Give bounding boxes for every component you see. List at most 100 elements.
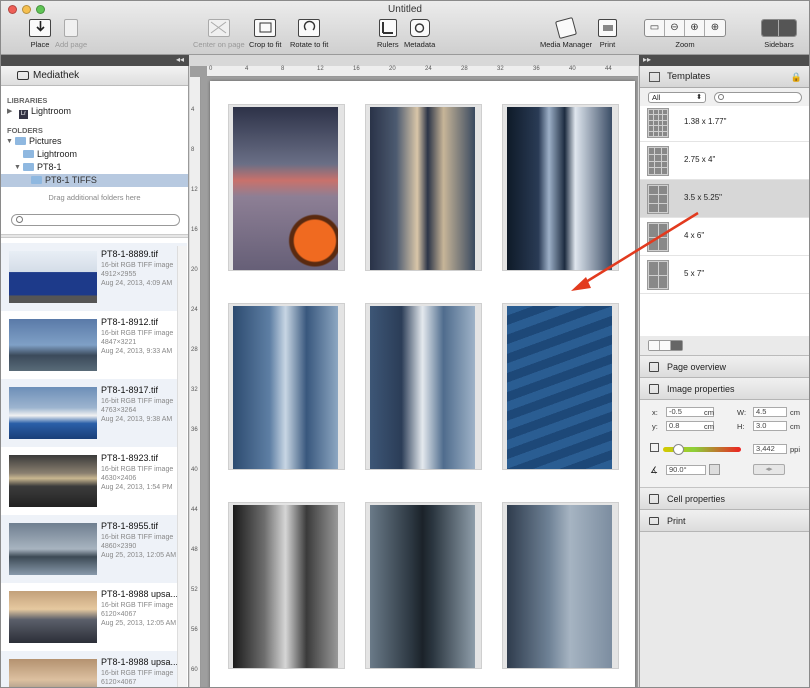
flip-buttons-icon[interactable]: ◂▸ bbox=[753, 464, 785, 475]
add-page-button[interactable]: Add page bbox=[55, 19, 87, 49]
rulers-button[interactable]: Rulers bbox=[377, 19, 399, 49]
folder-item-lightroom[interactable]: Lightroom bbox=[1, 148, 188, 161]
thumbnail bbox=[9, 591, 97, 643]
crop-icon bbox=[254, 19, 277, 37]
media-search-field[interactable] bbox=[11, 214, 180, 226]
center-on-page-button[interactable]: Center on page bbox=[193, 19, 245, 49]
print-label: Print bbox=[599, 40, 616, 49]
template-item[interactable]: 1.38 x 1.77" bbox=[640, 106, 809, 142]
list-item[interactable]: PT8-1-8988 upsa... 16-bit RGB TIFF image… bbox=[1, 651, 187, 687]
collapse-right-icon[interactable]: ▸▸ bbox=[643, 55, 651, 64]
y-unit: cm bbox=[704, 422, 714, 431]
zoom-fit-icon[interactable]: ▭ bbox=[645, 20, 665, 36]
print-button[interactable]: Print bbox=[598, 19, 617, 49]
photo-mountain-rotated bbox=[370, 107, 475, 270]
crop-to-fit-button[interactable]: Crop to fit bbox=[249, 19, 282, 49]
ruler-mark: 52 bbox=[191, 587, 198, 593]
folder-icon bbox=[31, 176, 42, 184]
metadata-button[interactable]: Metadata bbox=[404, 19, 435, 49]
resolution-icon bbox=[650, 443, 659, 452]
list-item[interactable]: PT8-1-8988 upsa... 16-bit RGB TIFF image… bbox=[1, 583, 187, 651]
cell-properties-section[interactable]: Cell properties bbox=[640, 488, 809, 510]
print-section[interactable]: Print bbox=[640, 510, 809, 532]
media-manager-button[interactable]: Media Manager bbox=[540, 16, 592, 49]
lock-icon[interactable]: 🔒 bbox=[791, 66, 802, 88]
list-item[interactable]: PT8-1-8917.tif 16-bit RGB TIFF image 4763… bbox=[1, 379, 187, 447]
height-field[interactable]: 3.0 bbox=[753, 421, 787, 431]
template-filter-select[interactable]: All ⬍ bbox=[648, 92, 706, 103]
photo-cell[interactable] bbox=[365, 502, 482, 669]
camera-icon bbox=[409, 19, 430, 37]
folder-label: Pictures bbox=[29, 136, 62, 146]
file-dims: 4860×2390 bbox=[101, 543, 137, 550]
list-item[interactable]: PT8-1-8923.tif 16-bit RGB TIFF image 4630… bbox=[1, 447, 187, 515]
file-meta: 16-bit RGB TIFF image 6120×4067 bbox=[101, 669, 173, 687]
view-mode-segment bbox=[648, 340, 683, 351]
templates-header[interactable]: Templates 🔒 bbox=[640, 66, 809, 88]
ruler-mark: 36 bbox=[533, 66, 540, 72]
place-button[interactable]: Place bbox=[29, 19, 51, 49]
width-field[interactable]: 4.5 bbox=[753, 407, 787, 417]
disclosure-triangle-icon[interactable]: ▶ bbox=[7, 105, 12, 118]
icon-view-icon[interactable] bbox=[649, 341, 660, 350]
resolution-slider-knob[interactable] bbox=[673, 444, 684, 455]
rotate-button-icon[interactable] bbox=[709, 464, 720, 475]
right-collapse-strip[interactable]: ▸▸ bbox=[639, 55, 809, 66]
thumbnail bbox=[9, 319, 97, 371]
file-name: PT8-1-8912.tif bbox=[101, 317, 159, 327]
add-page-icon bbox=[64, 19, 79, 37]
list-item[interactable]: PT8-1-8912.tif 16-bit RGB TIFF image 4847… bbox=[1, 311, 187, 379]
photo-cell[interactable] bbox=[365, 303, 482, 470]
disclosure-open-icon[interactable]: ▼ bbox=[6, 135, 13, 148]
zoom-in-icon[interactable]: ⊕ bbox=[685, 20, 705, 36]
detail-view-icon[interactable] bbox=[671, 341, 682, 350]
template-item[interactable]: 4 x 6" bbox=[640, 218, 809, 256]
photo-cell[interactable] bbox=[228, 303, 345, 470]
ruler-mark: 40 bbox=[191, 467, 198, 473]
ppi-field[interactable]: 3,442 bbox=[753, 444, 787, 454]
folder-item-pictures[interactable]: ▼ Pictures bbox=[1, 135, 188, 148]
folder-item-pt8-1-tiffs[interactable]: PT8-1 TIFFS bbox=[1, 174, 188, 187]
list-view-icon[interactable] bbox=[660, 341, 671, 350]
template-item[interactable]: 5 x 7" bbox=[640, 256, 809, 294]
file-type: 16-bit RGB TIFF image bbox=[101, 262, 174, 269]
thumbnail bbox=[9, 251, 97, 303]
rulers-label: Rulers bbox=[377, 40, 399, 49]
ruler-mark: 40 bbox=[569, 66, 576, 72]
template-search-field[interactable] bbox=[714, 92, 802, 103]
sidebars-control: Sidebars bbox=[761, 19, 797, 49]
photo-cell[interactable] bbox=[365, 104, 482, 271]
collapse-left-icon[interactable]: ◂◂ bbox=[176, 55, 184, 64]
rotation-field[interactable]: 90.0° bbox=[666, 465, 706, 475]
zoom-out-icon[interactable]: ⊖ bbox=[665, 20, 685, 36]
disclosure-open-icon[interactable]: ▼ bbox=[14, 161, 21, 174]
list-item[interactable]: PT8-1-8889.tif 16-bit RGB TIFF image 4912… bbox=[1, 243, 187, 311]
list-item[interactable]: PT8-1-8955.tif 16-bit RGB TIFF image 4860… bbox=[1, 515, 187, 583]
cell-icon bbox=[649, 494, 659, 504]
folder-item-pt8-1[interactable]: ▼ PT8-1 bbox=[1, 161, 188, 174]
panel-filler bbox=[640, 532, 809, 672]
zoom-segment: ▭ ⊖ ⊕ ⊕ bbox=[644, 19, 726, 37]
file-list-scrollbar[interactable] bbox=[177, 246, 187, 687]
template-item-selected[interactable]: 3.5 x 5.25" bbox=[640, 180, 809, 218]
zoom-actual-icon[interactable]: ⊕ bbox=[705, 20, 725, 36]
ruler-mark: 24 bbox=[191, 307, 198, 313]
left-sidebar-toggle-icon[interactable] bbox=[762, 20, 779, 36]
vertical-ruler: 4 8 12 16 20 24 28 32 36 40 44 48 52 56 … bbox=[190, 77, 201, 687]
rotate-to-fit-button[interactable]: Rotate to fit bbox=[290, 19, 328, 49]
photo-cell[interactable] bbox=[502, 303, 619, 470]
photo-cell[interactable] bbox=[228, 502, 345, 669]
folder-label: PT8-1 bbox=[37, 162, 62, 172]
left-collapse-strip[interactable]: ◂◂ bbox=[1, 55, 189, 66]
photo-cell[interactable] bbox=[502, 502, 619, 669]
center-on-page-label: Center on page bbox=[193, 40, 245, 49]
photo-cell[interactable] bbox=[228, 104, 345, 271]
w-label: W: bbox=[737, 408, 747, 417]
library-item-lightroom[interactable]: ▶ Lr Lightroom bbox=[1, 105, 188, 119]
ruler-mark: 48 bbox=[191, 547, 198, 553]
right-sidebar-toggle-icon[interactable] bbox=[779, 20, 796, 36]
template-item[interactable]: 2.75 x 4" bbox=[640, 142, 809, 180]
image-properties-section[interactable]: Image properties bbox=[640, 378, 809, 400]
page-overview-section[interactable]: Page overview bbox=[640, 356, 809, 378]
photo-cell[interactable] bbox=[502, 104, 619, 271]
